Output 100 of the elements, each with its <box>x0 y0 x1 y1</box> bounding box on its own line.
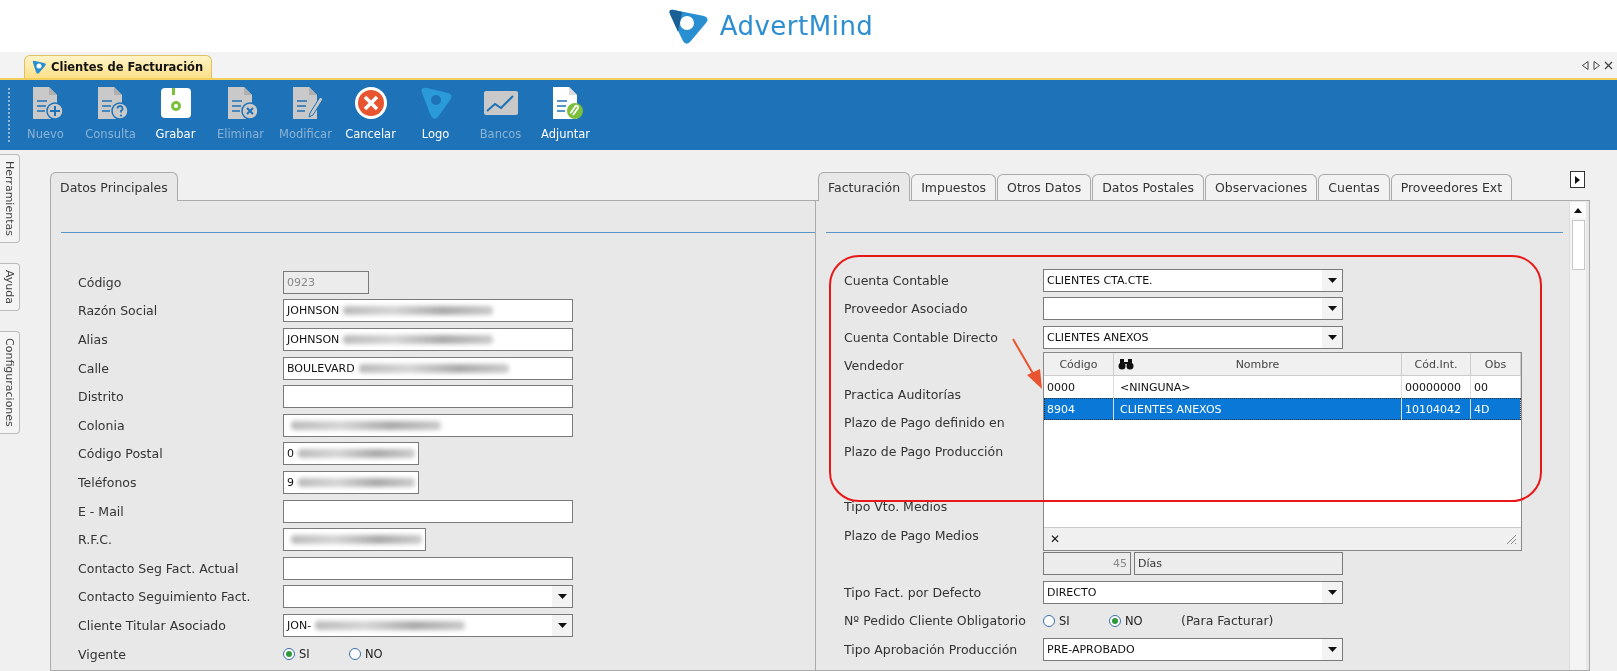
close-icon[interactable] <box>1604 60 1613 70</box>
field-label: Nº Pedido Cliente Obligatorio <box>844 613 1027 629</box>
panel-tab[interactable]: Datos Principales <box>50 172 178 201</box>
more-tabs-button[interactable] <box>1570 171 1585 188</box>
input-field[interactable] <box>283 528 426 552</box>
cancel-icon <box>352 85 389 121</box>
close-button[interactable]: ✕ <box>1048 532 1063 546</box>
input-field[interactable]: BOULEVARD <box>283 356 573 380</box>
toolbar-button[interactable]: Logo <box>403 80 468 150</box>
field-label: Plazo de Pago Producción <box>844 443 1005 459</box>
up-arrow-icon <box>1574 207 1582 213</box>
field-label: Plazo de Pago Medios <box>844 527 980 543</box>
field-label: Vendedor <box>844 358 905 374</box>
input-field[interactable]: JOHNSON <box>283 328 573 351</box>
column-header[interactable]: Obs <box>1471 353 1521 375</box>
field-label: Razón Social <box>78 303 159 319</box>
dropdown-arrow-icon <box>1327 306 1337 312</box>
input-field[interactable] <box>283 413 573 437</box>
scroll-right-icon[interactable] <box>1593 60 1600 70</box>
panel-tab[interactable]: Proveedores Ext <box>1390 174 1513 200</box>
radio-button[interactable] <box>1109 614 1121 627</box>
dropdown-field[interactable]: CLIENTES ANEXOS <box>1043 325 1343 349</box>
input-field[interactable] <box>283 385 573 409</box>
field-label: R.F.C. <box>78 532 114 548</box>
column-header[interactable]: Nombre <box>1114 353 1402 375</box>
column-header[interactable]: Cód.Int. <box>1402 353 1471 375</box>
radio-option[interactable]: NO <box>1109 613 1175 628</box>
dropdown-arrow-icon <box>557 622 567 628</box>
input-field[interactable]: 9 <box>283 470 419 494</box>
panel-tab[interactable]: Impuestos <box>911 174 997 200</box>
dropdown-field[interactable]: PRE-APROBADO <box>1043 637 1343 661</box>
dropdown-field[interactable]: DIRECTO <box>1043 580 1343 604</box>
field-label: Cliente Titular Asociado <box>78 617 227 633</box>
field-label: E - Mail <box>78 503 125 519</box>
field-label: Distrito <box>78 389 125 405</box>
dropdown-field[interactable] <box>1043 297 1343 321</box>
logo-icon <box>31 59 47 75</box>
field-label: Plazo de Pago definido en <box>844 415 1006 431</box>
field-label: Teléfonos <box>78 474 138 490</box>
table-cell: 8904 <box>1044 398 1114 420</box>
side-tab[interactable]: Configuraciones <box>0 330 20 434</box>
toolbar-button[interactable]: Cancelar <box>338 80 403 150</box>
field-label: Tipo Fact. por Defecto <box>844 584 983 600</box>
scroll-left-icon[interactable] <box>1582 60 1589 70</box>
binoculars-icon <box>1118 358 1134 370</box>
brand-name: AdvertMind <box>719 11 874 41</box>
field-label: Tipo Vto. Medios <box>844 499 949 515</box>
field-label: Tipo Aprobación Producción <box>844 641 1019 657</box>
radio-option[interactable]: SI <box>1043 613 1109 628</box>
panel-tab[interactable]: Cuentas <box>1318 174 1390 200</box>
dropdown-field[interactable]: CLIENTES CTA.CTE. <box>1043 268 1343 292</box>
toolbar-button[interactable]: Grabar <box>143 80 208 150</box>
scroll-up-button[interactable] <box>1570 202 1586 218</box>
resize-grip-icon[interactable] <box>1506 533 1517 545</box>
field-label: Contacto Seguimiento Fact. <box>78 589 252 605</box>
dropdown-arrow-icon <box>1327 589 1337 595</box>
input-field[interactable]: JOHNSON <box>283 299 573 323</box>
play-icon <box>1575 175 1580 184</box>
side-tab[interactable]: Ayuda <box>0 262 20 311</box>
input-field[interactable]: 0 <box>283 442 419 466</box>
arrow <box>1011 337 1045 391</box>
radio-button[interactable] <box>283 648 295 660</box>
dropdown-arrow-icon <box>1327 646 1337 652</box>
field-label: Calle <box>78 360 111 376</box>
radio-option[interactable]: NO <box>349 647 415 661</box>
panel-tab[interactable]: Datos Postales <box>1092 174 1204 200</box>
radio-button[interactable] <box>349 648 361 660</box>
side-tab[interactable]: Herramientas <box>0 154 20 243</box>
field-label: Practica Auditorías <box>844 386 963 402</box>
field-label: Cuenta Contable Directo <box>844 329 999 345</box>
dropdown-field[interactable]: JON- <box>283 613 573 637</box>
field-label: Contacto Seg Fact. Actual <box>78 560 240 576</box>
panel-tab[interactable]: Facturación <box>818 172 911 201</box>
dropdown-field[interactable] <box>283 585 573 609</box>
field-label: Código <box>78 274 123 290</box>
field-label: Cuenta Contable <box>844 272 950 288</box>
toolbar-button[interactable]: Adjuntar <box>533 80 598 150</box>
note-text: (Para Facturar) <box>1181 613 1275 629</box>
table-cell: 10104042 <box>1402 398 1471 420</box>
field-label: Vigente <box>78 646 127 662</box>
unit-field: Días <box>1134 552 1343 576</box>
radio-option[interactable]: SI <box>283 647 349 661</box>
list-row[interactable]: 8904 CLIENTES ANEXOS 10104042 4D <box>1044 398 1521 420</box>
column-header[interactable]: Código <box>1044 353 1114 375</box>
scrollbar-thumb[interactable] <box>1571 220 1585 270</box>
table-cell: 4D <box>1471 398 1521 420</box>
field-label: Código Postal <box>78 446 164 462</box>
table-cell: CLIENTES ANEXOS <box>1114 398 1402 420</box>
panel-tab[interactable]: Observaciones <box>1205 174 1318 200</box>
field-label: Proveedor Asociado <box>844 301 969 317</box>
field-label: Alias <box>78 332 109 347</box>
panel-tab[interactable]: Otros Datos <box>997 174 1092 200</box>
dropdown-arrow-icon <box>1327 277 1337 283</box>
field-label: Colonia <box>78 417 126 433</box>
radio-button[interactable] <box>1043 614 1055 627</box>
document-tab[interactable]: Clientes de Facturación <box>24 55 213 78</box>
input-field[interactable] <box>283 499 573 523</box>
dropdown-arrow-icon <box>557 594 567 600</box>
input-field[interactable] <box>283 556 573 580</box>
dropdown-arrow-icon <box>1327 334 1337 340</box>
